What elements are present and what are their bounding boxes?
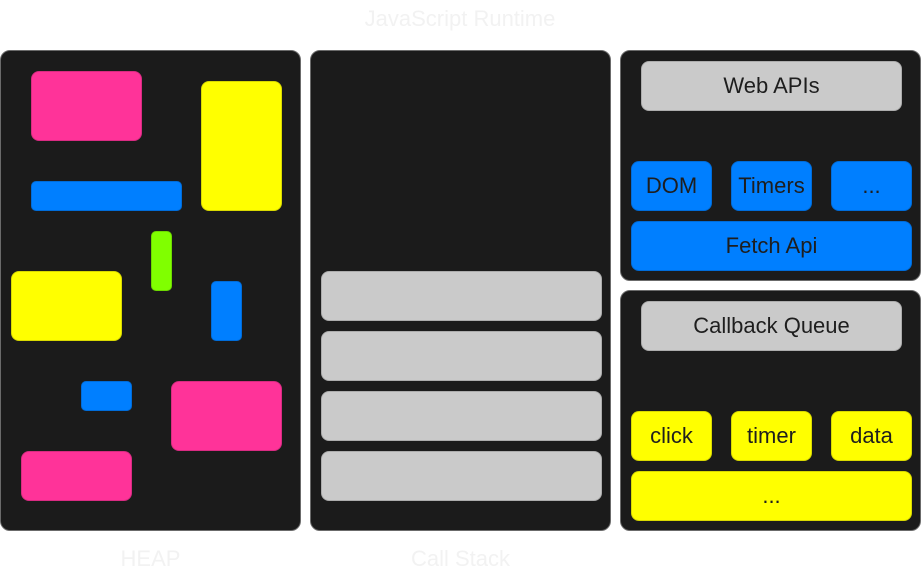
web-api-timers: Timers: [731, 161, 812, 211]
heap-object-blue: [211, 281, 242, 341]
call-stack-panel: [310, 50, 611, 531]
callback-more: ...: [631, 471, 912, 521]
heap-object-yellow: [201, 81, 282, 211]
heap-object-green: [151, 231, 172, 291]
web-api-fetch: Fetch Api: [631, 221, 912, 271]
heap-panel: [0, 50, 301, 531]
stack-frame: [321, 451, 602, 501]
web-api-more: ...: [831, 161, 912, 211]
heap-object-blue: [31, 181, 182, 211]
diagram-title: JavaScript Runtime: [364, 6, 556, 31]
stack-frame: [321, 391, 602, 441]
callback-click: click: [631, 411, 712, 461]
heap-object-yellow: [11, 271, 122, 341]
callback-data: data: [831, 411, 912, 461]
heap-object-pink: [21, 451, 132, 501]
web-apis-title: Web APIs: [641, 61, 902, 111]
callback-timer: timer: [731, 411, 812, 461]
heap-object-pink: [31, 71, 142, 141]
stack-frame: [321, 331, 602, 381]
callback-queue-title: Callback Queue: [641, 301, 902, 351]
callback-queue-panel: Callback Queue click timer data ...: [620, 290, 921, 531]
heap-object-blue: [81, 381, 132, 411]
stack-frame: [321, 271, 602, 321]
call-stack-label: Call Stack: [410, 546, 511, 571]
web-api-dom: DOM: [631, 161, 712, 211]
heap-object-pink: [171, 381, 282, 451]
heap-label: HEAP: [120, 546, 181, 571]
web-apis-panel: Web APIs DOM Timers ... Fetch Api: [620, 50, 921, 281]
